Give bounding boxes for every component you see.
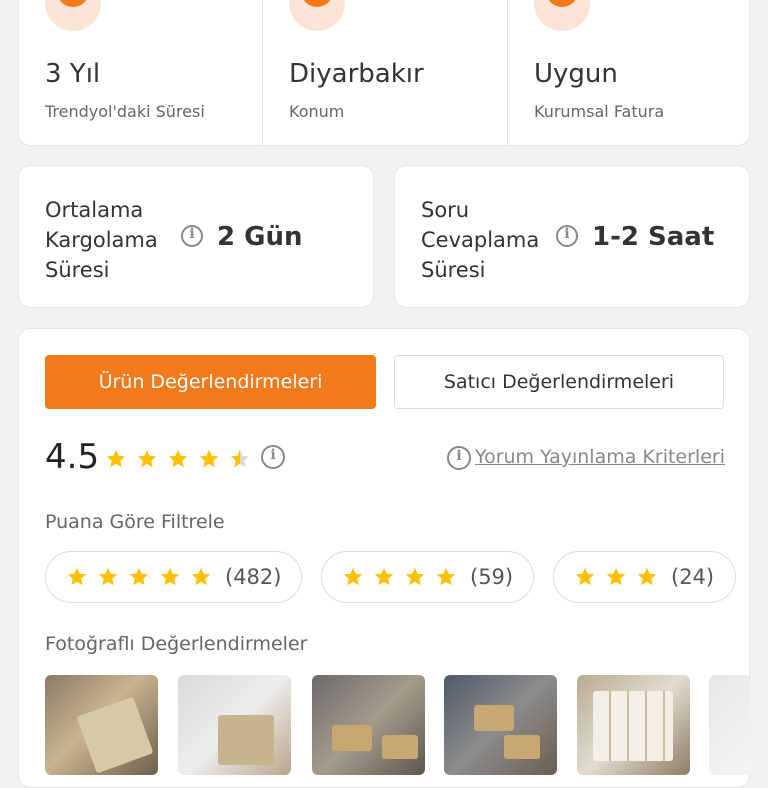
review-photo[interactable]: [709, 675, 751, 775]
star-icon: [66, 566, 88, 588]
photo-reviews-title: Fotoğraflı Değerlendirmeler: [45, 633, 308, 655]
chip-count: (59): [470, 565, 514, 589]
star-icon: [159, 566, 181, 588]
shipping-time-card: Ortalama Kargolama Süresi 2 Gün: [18, 165, 374, 308]
star-icon: [574, 566, 596, 588]
shipping-time-label: Ortalama Kargolama Süresi: [45, 195, 158, 285]
star-icon: [342, 566, 364, 588]
answer-info-icon[interactable]: [556, 225, 578, 247]
answer-label-line: Süresi: [421, 258, 486, 282]
review-photo[interactable]: [312, 675, 425, 775]
star-icon: [167, 448, 189, 470]
chip-stars: [574, 566, 667, 588]
invoice-icon: [534, 0, 590, 31]
chip-stars: [66, 566, 221, 588]
star-icon: [373, 566, 395, 588]
star-icon: [435, 566, 457, 588]
star-icon: [97, 566, 119, 588]
review-photo[interactable]: [45, 675, 158, 775]
filter-chip-4-stars[interactable]: (59): [321, 551, 534, 603]
star-icon: [229, 448, 251, 470]
review-photo[interactable]: [444, 675, 557, 775]
star-icon: [105, 448, 127, 470]
seller-invoice-label: Kurumsal Fatura: [534, 102, 665, 121]
answer-label-line: Soru: [421, 198, 470, 222]
answer-time-card: Soru Cevaplama Süresi 1-2 Saat: [394, 165, 750, 308]
shipping-label-line: Süresi: [45, 258, 110, 282]
seller-location-value: Diyarbakır: [289, 59, 424, 89]
filter-chip-3-stars[interactable]: (24): [553, 551, 736, 603]
star-icon: [136, 448, 158, 470]
answer-time-label: Soru Cevaplama Süresi: [421, 195, 539, 285]
shipping-time-value: 2 Gün: [217, 222, 303, 252]
seller-duration-label: Trendyol'daki Süresi: [45, 102, 205, 121]
chip-stars: [342, 566, 466, 588]
star-icon: [128, 566, 150, 588]
reviews-card: Ürün Değerlendirmeleri Satıcı Değerlendi…: [18, 328, 751, 788]
location-pin-icon: [289, 0, 345, 31]
seller-duration: 3 Yıl Trendyol'daki Süresi: [19, 0, 262, 145]
seller-invoice: Uygun Kurumsal Fatura: [507, 0, 752, 145]
star-icon: [605, 566, 627, 588]
seller-duration-value: 3 Yıl: [45, 59, 101, 89]
rating-info-icon[interactable]: [261, 445, 285, 469]
tab-seller-reviews[interactable]: Satıcı Değerlendirmeleri: [394, 355, 724, 409]
seller-location: Diyarbakır Konum: [262, 0, 508, 145]
chip-count: (24): [671, 565, 715, 589]
shipping-label-line: Kargolama: [45, 228, 158, 252]
filter-chip-5-stars[interactable]: (482): [45, 551, 302, 603]
review-photo[interactable]: [577, 675, 690, 775]
tab-product-reviews[interactable]: Ürün Değerlendirmeleri: [45, 355, 376, 409]
clock-icon: [45, 0, 101, 31]
answer-time-value: 1-2 Saat: [592, 222, 715, 252]
rating-stars: [105, 448, 260, 470]
seller-invoice-value: Uygun: [534, 59, 618, 89]
star-icon: [636, 566, 658, 588]
seller-info-card: 3 Yıl Trendyol'daki Süresi Diyarbakır Ko…: [18, 0, 750, 146]
answer-label-line: Cevaplama: [421, 228, 540, 252]
info-icon[interactable]: [447, 446, 471, 470]
star-icon: [190, 566, 212, 588]
shipping-info-icon[interactable]: [181, 225, 203, 247]
filter-by-rating-title: Puana Göre Filtrele: [45, 511, 225, 533]
star-icon: [404, 566, 426, 588]
review-photo[interactable]: [178, 675, 291, 775]
rating-score: 4.5: [45, 437, 100, 477]
review-criteria-link[interactable]: Yorum Yayınlama Kriterleri: [475, 446, 725, 468]
chip-count: (482): [225, 565, 282, 589]
star-icon: [198, 448, 220, 470]
shipping-label-line: Ortalama: [45, 198, 144, 222]
seller-location-label: Konum: [289, 102, 345, 121]
